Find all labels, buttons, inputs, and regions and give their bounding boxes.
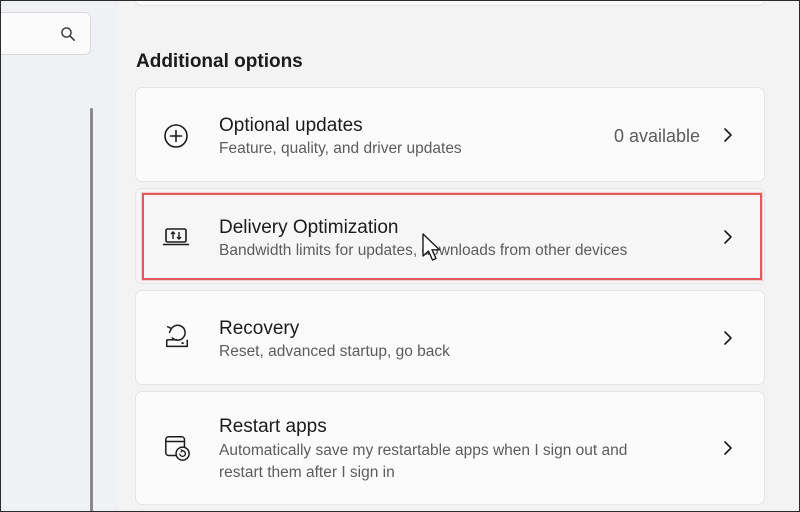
restart-apps-icon <box>165 436 190 461</box>
card-description-line2: restart them after I sign in <box>219 464 395 481</box>
recovery-icon <box>165 324 189 348</box>
previous-card[interactable] <box>135 0 765 6</box>
card-description-line1: Automatically save my restartable apps w… <box>219 442 628 459</box>
search-icon[interactable] <box>60 26 76 42</box>
add-circle-icon <box>164 124 188 148</box>
chevron-right-icon <box>724 331 732 345</box>
card-description: Feature, quality, and driver updates <box>219 140 462 157</box>
optional-updates-card[interactable]: Optional updates Feature, quality, and d… <box>135 87 765 182</box>
card-description: Reset, advanced startup, go back <box>219 343 450 360</box>
card-title: Recovery <box>219 318 300 339</box>
chevron-right-icon <box>724 128 732 142</box>
nav-scrollbar[interactable] <box>90 108 93 512</box>
delivery-optimization-card[interactable]: Delivery Optimization Bandwidth limits f… <box>135 188 765 284</box>
navigation-pane <box>0 0 118 512</box>
chevron-right-icon <box>724 230 732 244</box>
card-title: Delivery Optimization <box>219 217 399 238</box>
search-box[interactable] <box>0 12 91 55</box>
chevron-right-icon <box>724 441 732 455</box>
mouse-cursor-icon <box>422 233 441 261</box>
card-title: Optional updates <box>219 115 363 136</box>
delivery-optimization-icon <box>162 228 190 246</box>
card-title: Restart apps <box>219 416 327 437</box>
recovery-card[interactable]: Recovery Reset, advanced startup, go bac… <box>135 290 765 385</box>
restart-apps-card[interactable]: Restart apps Automatically save my resta… <box>135 391 765 505</box>
available-count: 0 available <box>613 126 700 146</box>
section-title: Additional options <box>136 51 303 72</box>
